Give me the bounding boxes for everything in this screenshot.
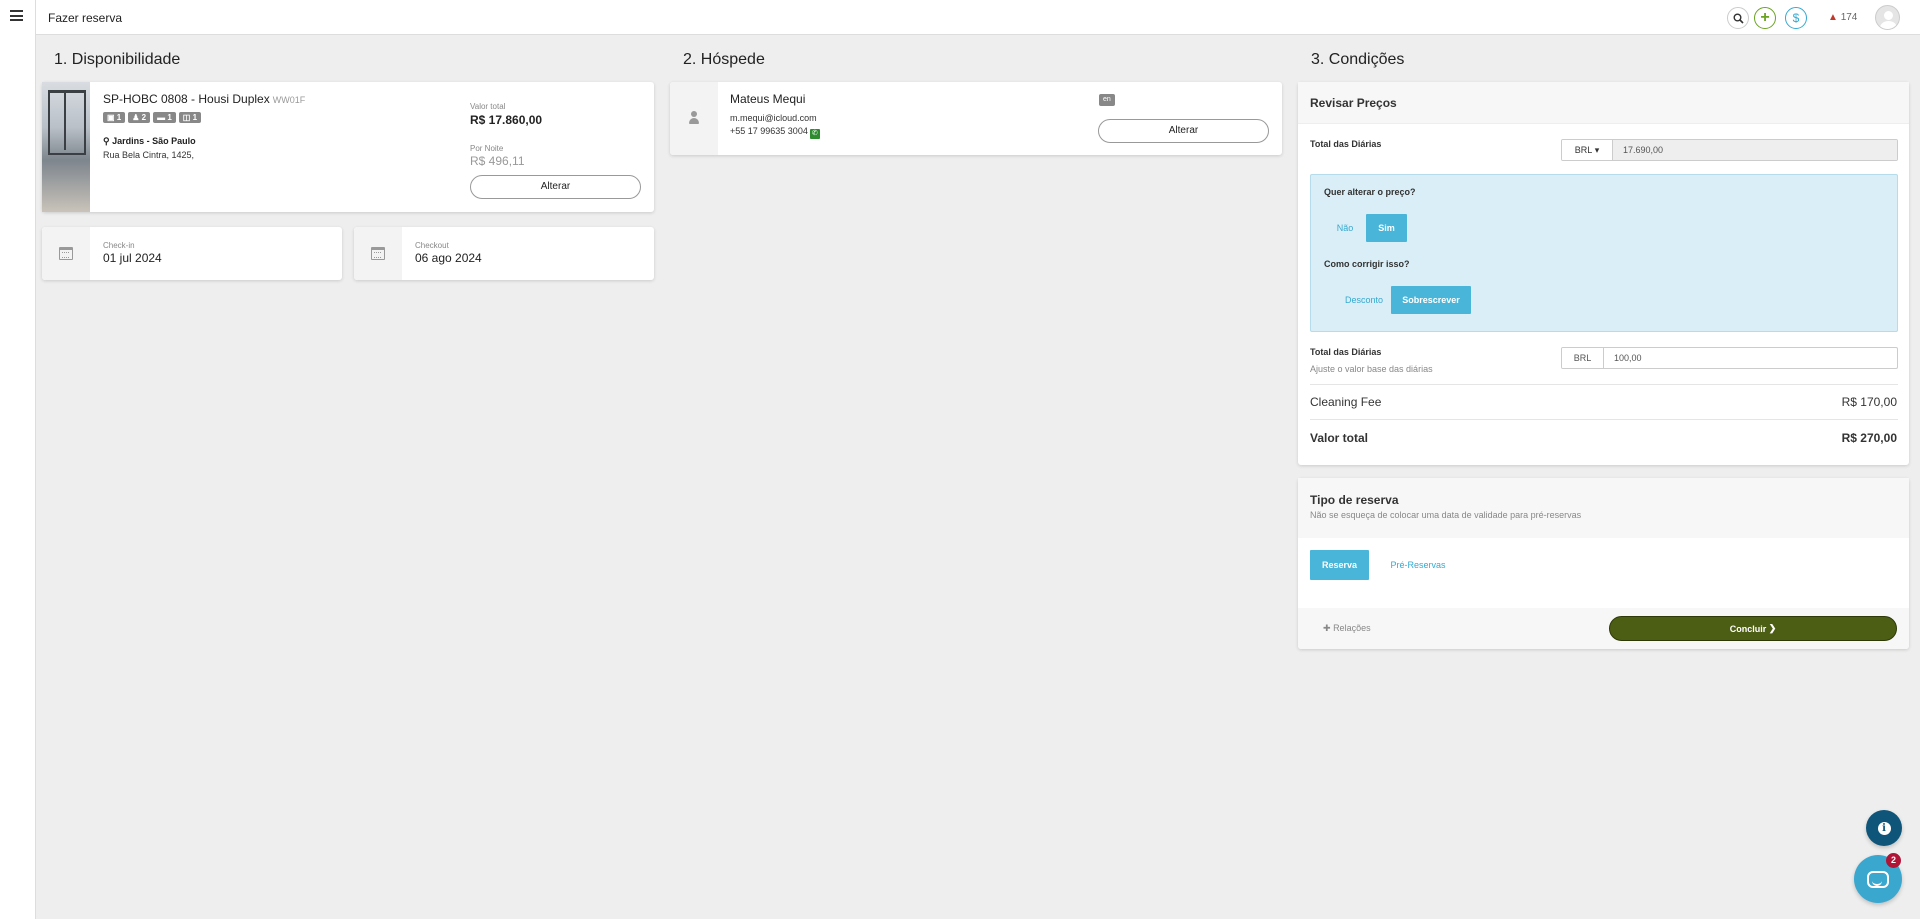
checkout-icon-box [354,227,402,280]
info-icon: i [1877,821,1891,835]
reservation-option-button[interactable]: Reserva [1310,550,1369,580]
property-address: Rua Bela Cintra, 1425, [103,150,195,160]
property-name: SP-HOBC 0808 - Housi Duplex WW01F [103,92,306,106]
guest-language-badge: en [1099,94,1115,106]
checkout-value: 06 ago 2024 [415,251,482,265]
property-card: SP-HOBC 0808 - Housi Duplex WW01F ▣ 1 ♟ 2… [42,82,654,212]
checkin-icon-box [42,227,90,280]
calendar-icon [59,247,73,260]
review-prices-header: Revisar Preços [1298,82,1909,124]
adjust-total-hint: Ajuste o valor base das diárias [1310,364,1433,374]
daily-total-label: Total das Diárias [1310,139,1382,149]
review-prices-title: Revisar Preços [1310,96,1397,110]
cleaning-fee-label: Cleaning Fee [1310,395,1382,409]
reservation-type-subtitle: Não se esqueça de colocar uma data de va… [1310,510,1582,520]
change-price-question: Quer alterar o preço? [1324,187,1416,197]
section-title-conditions: 3. Condições [1311,51,1405,68]
change-guest-button[interactable]: Alterar [1098,119,1269,143]
guest-name: Mateus Mequi [730,92,806,106]
guest-email: m.mequi@icloud.com [730,113,817,123]
adjust-total-field: BRL 100,00 [1561,347,1898,369]
currency-dropdown[interactable]: BRL ▾ [1562,140,1613,160]
property-photo [42,82,90,212]
checkout-label: Checkout [415,241,449,250]
chevron-right-icon: ❯ [1768,623,1777,633]
checkin-value: 01 jul 2024 [103,251,162,265]
chat-unread-badge: 2 [1886,853,1901,868]
adjust-total-input[interactable]: 100,00 [1604,348,1897,368]
option-no-button[interactable]: Não [1324,214,1366,242]
grand-total-value: R$ 270,00 [1841,431,1897,445]
plus-icon: ✚ [1323,623,1331,633]
user-icon [689,111,699,124]
conclude-button[interactable]: Concluir ❯ [1609,616,1897,641]
property-code: WW01F [272,95,306,105]
change-property-button[interactable]: Alterar [470,175,641,199]
relations-link[interactable]: ✚ Relações [1323,623,1371,634]
divider [1310,419,1898,420]
reservation-type-header: Tipo de reserva Não se esqueça de coloca… [1298,478,1909,538]
units-badge: ▣ 1 [103,112,126,123]
option-override-button[interactable]: Sobrescrever [1391,286,1471,314]
left-rail [0,0,36,919]
avatar[interactable] [1875,5,1900,30]
chat-icon [1867,870,1889,888]
reservation-type-panel: Tipo de reserva Não se esqueça de coloca… [1298,478,1909,649]
guest-icon-box [670,82,718,155]
alerts-count: 174 [1840,12,1858,23]
total-price-label: Valor total [470,102,506,111]
night-price-label: Por Noite [470,144,504,153]
menu-icon[interactable] [10,10,23,21]
property-badges: ▣ 1 ♟ 2 ▬ 1 ◫ 1 [103,112,202,123]
calendar-icon [371,247,385,260]
checkout-card[interactable]: Checkout 06 ago 2024 [354,227,654,280]
info-button[interactable]: i [1866,810,1902,846]
cleaning-fee-value: R$ 170,00 [1841,395,1897,409]
section-title-availability: 1. Disponibilidade [54,51,181,68]
top-bar: Fazer reserva + $ ▲ 174 [36,0,1920,35]
caret-down-icon: ▾ [1594,144,1600,155]
checkin-card[interactable]: Check-in 01 jul 2024 [42,227,342,280]
alerts-indicator[interactable]: ▲ 174 [1828,12,1857,23]
fix-question: Como corrigir isso? [1324,259,1410,269]
add-icon[interactable]: + [1754,7,1776,29]
checkin-label: Check-in [103,241,135,250]
adjust-total-label: Total das Diárias [1310,347,1382,357]
daily-total-field: BRL ▾ 17.690,00 [1561,139,1898,161]
pre-reservation-option-button[interactable]: Pré-Reservas [1378,550,1458,580]
warning-icon: ▲ [1828,12,1838,23]
review-prices-panel: Revisar Preços Total das Diárias BRL ▾ 1… [1298,82,1909,465]
price-change-box: Quer alterar o preço? Não Sim Como corri… [1310,174,1898,332]
adjust-currency-addon: BRL [1562,348,1604,368]
grand-total-label: Valor total [1310,431,1369,445]
option-yes-button[interactable]: Sim [1366,214,1407,242]
phone-icon: ✆ [809,129,820,139]
search-icon[interactable] [1727,7,1749,29]
section-title-guest: 2. Hóspede [683,51,765,68]
dollar-icon[interactable]: $ [1785,7,1807,29]
property-location: ⚲ Jardins - São Paulo [103,136,196,146]
divider [1310,384,1898,385]
baths-badge: ◫ 1 [178,112,202,123]
night-price-value: R$ 496,11 [470,154,525,168]
guest-card: Mateus Mequi m.mequi@icloud.com +55 17 9… [670,82,1282,155]
map-marker-icon: ⚲ [103,136,110,146]
page-title: Fazer reserva [48,11,123,25]
reservation-type-title: Tipo de reserva [1310,493,1399,507]
guest-phone: +55 17 99635 3004 ✆ [730,126,820,139]
daily-total-input[interactable]: 17.690,00 [1613,140,1897,160]
beds-badge: ▬ 1 [153,112,176,123]
guests-badge: ♟ 2 [128,112,151,123]
total-price-value: R$ 17.860,00 [470,113,543,127]
